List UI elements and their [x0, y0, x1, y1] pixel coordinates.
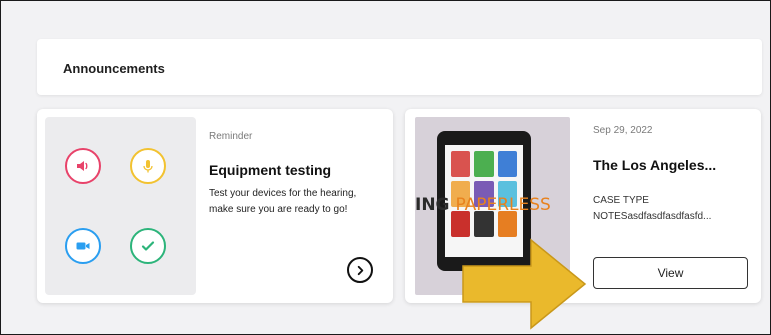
microphone-icon	[130, 148, 166, 184]
card-title: The Los Angeles...	[593, 157, 717, 173]
card-description: Test your devices for the hearing, make …	[209, 188, 357, 215]
announcement-card-equipment: Reminder Equipment testing Test your dev…	[37, 109, 393, 303]
next-button[interactable]	[347, 257, 373, 283]
card-date: Sep 29, 2022	[593, 125, 653, 136]
card-title: Equipment testing	[209, 162, 332, 178]
annotation-arrow-icon	[462, 238, 587, 330]
case-type-label: CASE TYPE	[593, 195, 649, 206]
device-icons-panel	[45, 117, 196, 295]
camera-icon	[65, 228, 101, 264]
card-label: Reminder	[209, 131, 253, 142]
announcements-title: Announcements	[63, 61, 165, 76]
case-notes: NOTESasdfasdfasdfasfd...	[593, 211, 712, 222]
checkmark-icon	[130, 228, 166, 264]
speaker-icon	[65, 148, 101, 184]
thumbnail-caption: ING PAPERLESS	[415, 195, 551, 215]
chevron-right-icon	[357, 265, 363, 275]
app-frame: Announcements Reminder Equipment testing…	[0, 0, 771, 335]
view-button[interactable]: View	[593, 257, 748, 289]
announcements-header: Announcements	[37, 39, 762, 95]
